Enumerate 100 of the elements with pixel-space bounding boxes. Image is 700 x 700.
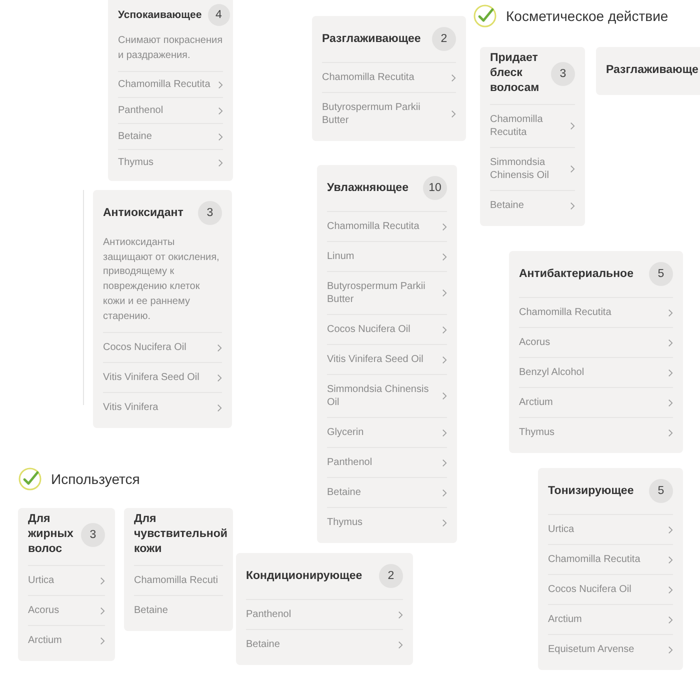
ingredient-item[interactable]: Panthenol: [327, 447, 447, 477]
ingredient-item[interactable]: Panthenol: [246, 599, 403, 629]
ingredient-item[interactable]: Arctium: [548, 604, 673, 634]
chevron-icon: [442, 252, 447, 260]
ingredient-item[interactable]: Chamomilla Recuti: [134, 565, 223, 595]
ingredient-item[interactable]: Glycerin: [327, 417, 447, 447]
card-title: Придает блеск волосам: [490, 51, 540, 96]
ingredient-item[interactable]: Betaine: [327, 477, 447, 507]
chevron-icon: [668, 368, 673, 376]
count-badge: 4: [208, 4, 230, 26]
chevron-icon: [100, 576, 105, 584]
chevron-icon: [668, 398, 673, 406]
ingredient-item[interactable]: Acorus: [519, 327, 673, 357]
ingredient-item[interactable]: Vitis Vinifera Seed Oil: [103, 362, 222, 392]
ingredient-item[interactable]: Simmondsia Chinensis Oil: [490, 147, 575, 190]
ingredient-item[interactable]: Benzyl Alcohol: [519, 357, 673, 387]
count-badge: 2: [379, 564, 403, 588]
ingredient-item[interactable]: Linum: [327, 241, 447, 271]
ingredient-item[interactable]: Cocos Nucifera Oil: [548, 574, 673, 604]
ingredient-item[interactable]: Chamomilla Recutita: [548, 544, 673, 574]
chevron-icon: [451, 110, 456, 118]
chevron-icon: [668, 556, 673, 564]
ingredient-item[interactable]: Vitis Vinifera Seed Oil: [327, 344, 447, 374]
chevron-icon: [217, 344, 222, 352]
card-title: Тонизирующее: [548, 484, 634, 498]
card-title: Кондиционирующее: [246, 568, 362, 584]
chevron-icon: [217, 374, 222, 382]
ingredient-item[interactable]: Chamomilla Recutita: [327, 211, 447, 241]
ingredient-item[interactable]: Betaine: [118, 123, 223, 150]
ingredient-item[interactable]: Arctium: [28, 625, 105, 655]
chevron-icon: [668, 338, 673, 346]
chevron-icon: [668, 308, 673, 316]
ingredient-item[interactable]: Thymus: [118, 149, 223, 176]
chevron-icon: [442, 428, 447, 436]
section-heading: Косметическое действие: [506, 8, 668, 24]
card-title: Разглаживающе: [606, 62, 698, 78]
ingredient-item[interactable]: Betaine: [134, 595, 223, 625]
chevron-icon: [218, 106, 223, 115]
count-badge: 5: [649, 262, 673, 286]
chevron-icon: [442, 222, 447, 230]
count-badge: 2: [432, 27, 456, 51]
ingredient-item[interactable]: Panthenol: [118, 97, 223, 124]
chevron-icon: [668, 526, 673, 534]
count-badge: 5: [649, 479, 673, 503]
ingredient-item[interactable]: Chamomilla Recutita: [118, 71, 223, 98]
chevron-icon: [442, 289, 447, 297]
ingredient-item[interactable]: Vitis Vinifera: [103, 392, 222, 422]
chevron-icon: [218, 132, 223, 141]
chevron-icon: [570, 165, 575, 173]
ingredient-item[interactable]: Betaine: [246, 629, 403, 659]
card-title: Для чувствительной кожи: [134, 512, 228, 557]
chevron-icon: [442, 458, 447, 466]
chevron-icon: [442, 392, 447, 400]
chevron-icon: [570, 202, 575, 210]
section-heading: Используется: [51, 471, 140, 487]
chevron-icon: [100, 636, 105, 644]
ingredient-item[interactable]: Arctium: [519, 387, 673, 417]
card-description: Антиоксиданты защищают от окисления, приводящему к повреждению клеток кожи и ее раннему старению.: [103, 236, 220, 324]
card-title: Антиоксидант: [103, 206, 184, 220]
chevron-icon: [668, 646, 673, 654]
chevron-icon: [442, 488, 447, 496]
card-title: Увлажняющее: [327, 180, 408, 196]
ingredient-item[interactable]: Thymus: [327, 507, 447, 537]
ingredient-item[interactable]: Acorus: [28, 595, 105, 625]
chevron-icon: [668, 586, 673, 594]
ingredient-item[interactable]: Chamomilla Recutita: [519, 297, 673, 327]
chevron-icon: [218, 80, 223, 89]
card-title: Успокаивающее: [118, 8, 202, 22]
chevron-icon: [398, 640, 403, 648]
card-title: Разглаживающее: [322, 32, 421, 46]
ingredient-item[interactable]: Urtica: [28, 565, 105, 595]
chevron-icon: [100, 606, 105, 614]
chevron-icon: [668, 616, 673, 624]
count-badge: 3: [81, 522, 105, 546]
ingredient-item[interactable]: Thymus: [519, 417, 673, 447]
count-badge: 3: [551, 62, 575, 86]
ingredient-item[interactable]: Simmondsia Chinensis Oil: [327, 374, 447, 417]
ingredient-item[interactable]: Butyrospermum Parkii Butter: [327, 271, 447, 314]
count-badge: 3: [198, 201, 222, 225]
ingredient-item[interactable]: Butyrospermum Parkii Butter: [322, 92, 456, 135]
chevron-icon: [217, 404, 222, 412]
chevron-icon: [442, 326, 447, 334]
count-badge: 10: [423, 176, 447, 200]
chevron-icon: [442, 356, 447, 364]
ingredient-item[interactable]: Cocos Nucifera Oil: [103, 332, 222, 362]
card-description: Снимают покраснения и раздражения.: [118, 34, 223, 63]
ingredient-item[interactable]: Equisetum Arvense: [548, 634, 673, 664]
check-icon: [473, 4, 497, 28]
ingredient-item[interactable]: Chamomilla Recutita: [322, 62, 456, 92]
check-icon: [18, 467, 42, 491]
chevron-icon: [668, 428, 673, 436]
chevron-icon: [398, 610, 403, 618]
ingredient-item[interactable]: Cocos Nucifera Oil: [327, 314, 447, 344]
chevron-icon: [442, 518, 447, 526]
ingredient-item[interactable]: Betaine: [490, 190, 575, 220]
ingredient-item[interactable]: Chamomilla Recutita: [490, 104, 575, 147]
card-title: Для жирных волос: [28, 512, 74, 557]
card-title: Антибактериальное: [519, 266, 634, 282]
chevron-icon: [570, 122, 575, 130]
ingredient-item[interactable]: Urtica: [548, 514, 673, 544]
